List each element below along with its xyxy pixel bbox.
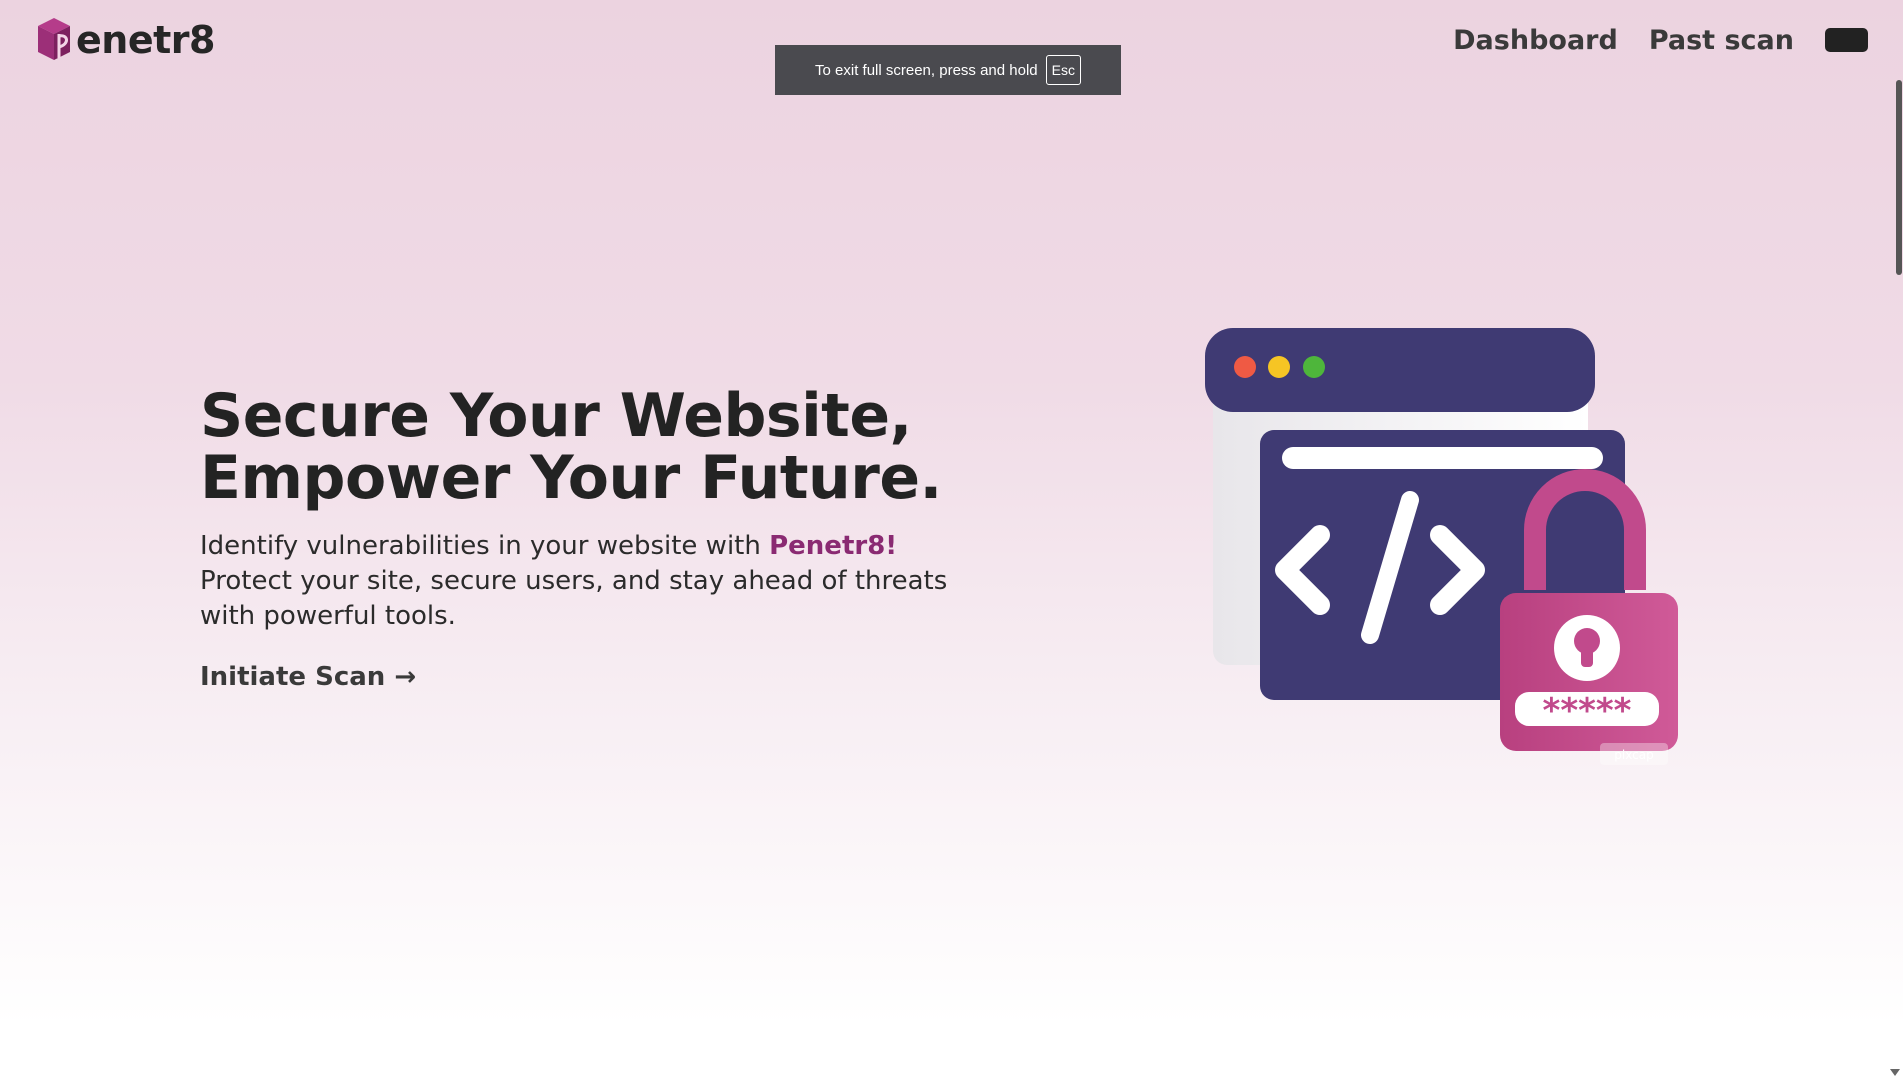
fullscreen-notice-text: To exit full screen, press and hold — [815, 61, 1038, 79]
hero-title: Secure Your Website, Empower Your Future… — [200, 385, 960, 509]
password-mask: ***** — [1543, 691, 1632, 731]
hero-section: Secure Your Website, Empower Your Future… — [200, 385, 960, 692]
hero-desc-prefix: Identify vulnerabilities in your website… — [200, 531, 770, 561]
hero-desc-suffix: Protect your site, secure users, and sta… — [200, 566, 948, 631]
esc-key-badge: Esc — [1045, 55, 1081, 85]
hero-desc-brand: Penetr8! — [769, 531, 898, 561]
top-nav: Dashboard Past scan — [1453, 0, 1903, 80]
nav-dashboard-link[interactable]: Dashboard — [1453, 25, 1618, 56]
hero-title-line2: Empower Your Future. — [200, 443, 942, 513]
scrollbar-thumb[interactable] — [1896, 80, 1902, 275]
brand-name: enetr8 — [76, 18, 215, 62]
nav-past-scan-link[interactable]: Past scan — [1649, 25, 1794, 56]
fullscreen-notice: To exit full screen, press and hold Esc — [775, 45, 1121, 95]
menu-button[interactable] — [1825, 28, 1868, 52]
pixcap-watermark: pixcap — [1614, 748, 1653, 762]
hero-description: Identify vulnerabilities in your website… — [200, 529, 960, 634]
box-p-logo-icon — [38, 18, 70, 60]
scroll-down-arrow-icon[interactable] — [1890, 1069, 1900, 1076]
initiate-scan-link[interactable]: Initiate Scan → — [200, 662, 416, 692]
brand-logo[interactable]: enetr8 — [34, 14, 215, 66]
hero-title-line1: Secure Your Website, — [200, 381, 912, 451]
code-window-lock-icon: ***** pixcap — [1205, 328, 1678, 765]
